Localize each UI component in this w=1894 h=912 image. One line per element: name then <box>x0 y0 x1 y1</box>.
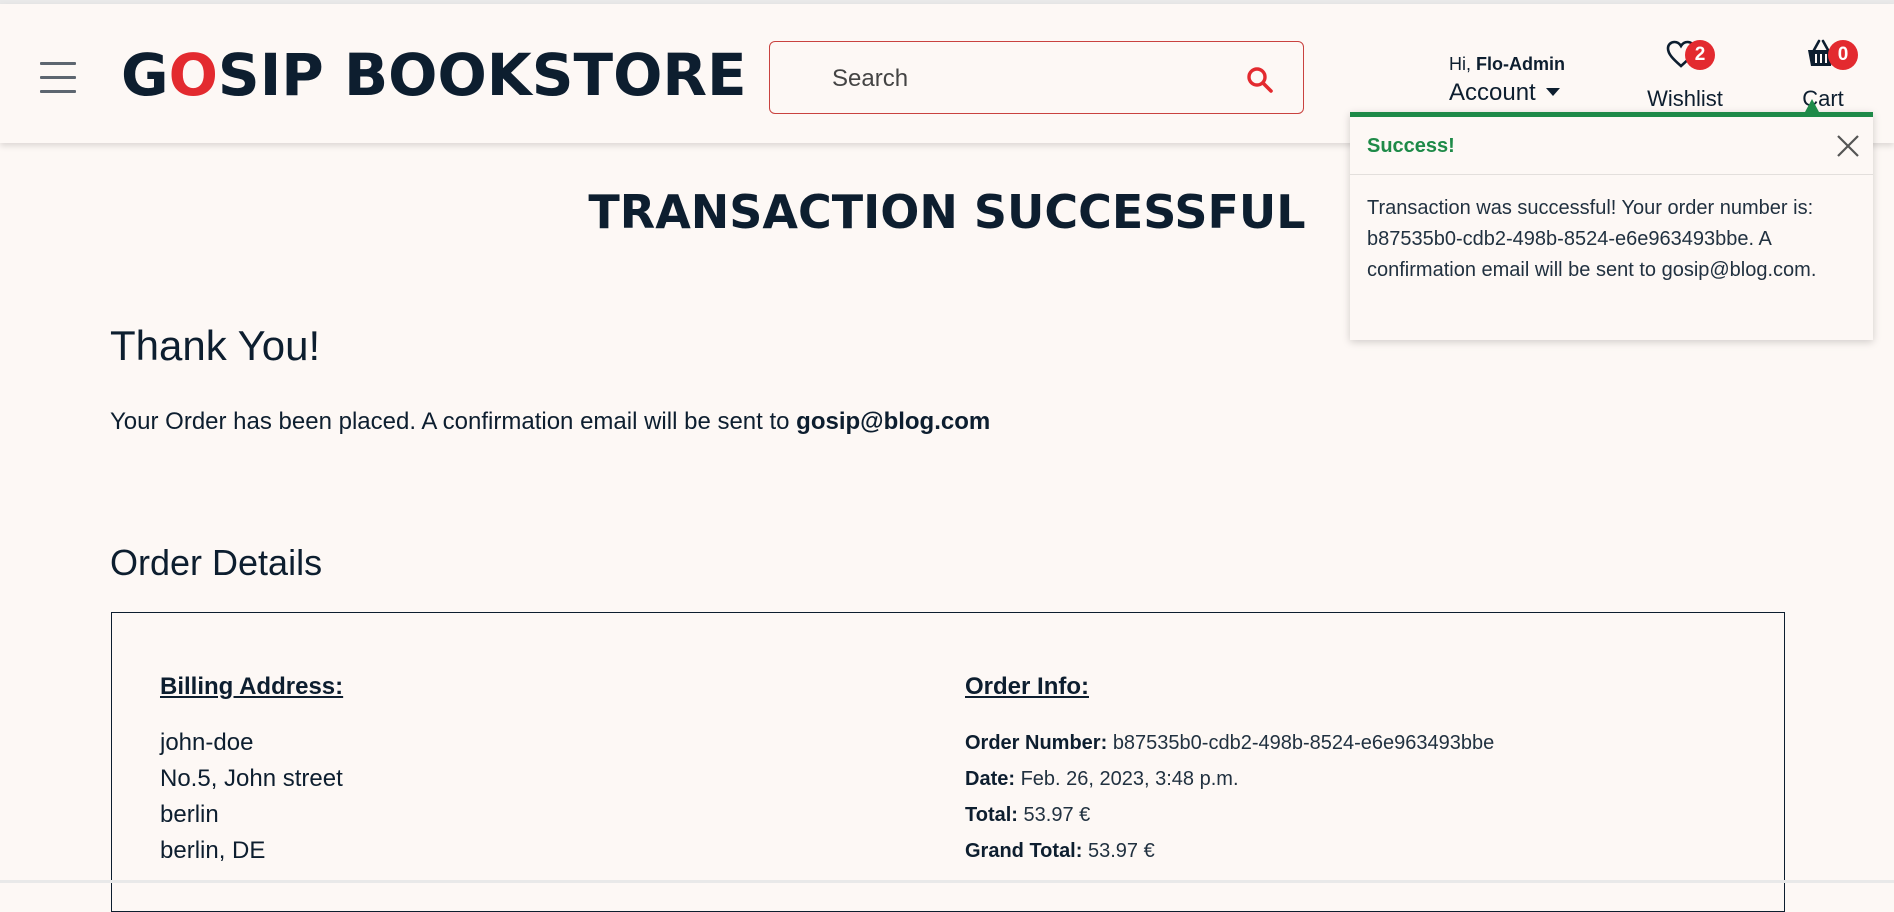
username: Flo-Admin <box>1476 54 1565 74</box>
order-total-row: Total: 53.97 € <box>965 804 1091 826</box>
toast-header: Success! <box>1350 117 1873 175</box>
page-title: TRANSACTION SUCCESSFUL <box>588 185 1306 239</box>
thank-you-heading: Thank You! <box>110 322 321 369</box>
order-grand-total-row: Grand Total: 53.97 € <box>965 840 1155 862</box>
search-icon[interactable] <box>1245 65 1275 95</box>
order-number-row: Order Number: b87535b0-cdb2-498b-8524-e6… <box>965 732 1495 754</box>
wishlist-link[interactable]: 2 Wishlist <box>1645 38 1725 111</box>
toast-title: Success! <box>1367 135 1455 157</box>
user-greeting: Hi, Flo-Admin <box>1449 54 1565 74</box>
search-input[interactable] <box>830 42 1214 115</box>
account-dropdown-button[interactable]: Account <box>1449 79 1569 107</box>
billing-line: berlin <box>160 801 219 828</box>
search-bar <box>769 41 1304 115</box>
cart-link[interactable]: 0 Cart <box>1795 38 1858 111</box>
wishlist-count-badge: 2 <box>1685 40 1715 70</box>
order-info-heading: Order Info: <box>965 673 1089 700</box>
hamburger-menu-icon[interactable] <box>40 62 76 94</box>
billing-address-heading: Billing Address: <box>160 673 344 700</box>
order-details-box: Billing Address: john-doe No.5, John str… <box>111 612 1785 912</box>
order-date-row: Date: Feb. 26, 2023, 3:48 p.m. <box>965 768 1239 790</box>
close-icon[interactable] <box>1835 133 1861 159</box>
billing-line: john-doe <box>160 729 254 756</box>
order-info-section: Order Info: Order Number: b87535b0-cdb2-… <box>965 673 1494 869</box>
billing-address-section: Billing Address: john-doe No.5, John str… <box>160 673 343 869</box>
order-placed-message: Your Order has been placed. A confirmati… <box>110 408 991 435</box>
account-menu: Hi, Flo-Admin Account <box>1449 54 1569 107</box>
billing-line: No.5, John street <box>160 765 343 792</box>
confirmation-email: gosip@blog.com <box>796 408 991 435</box>
order-details-heading: Order Details <box>110 542 323 583</box>
cart-count-badge: 0 <box>1828 40 1858 70</box>
caret-down-icon <box>1545 87 1560 96</box>
wishlist-label: Wishlist <box>1647 86 1723 111</box>
site-logo[interactable]: GOSIP BOOKSTORE <box>121 40 747 110</box>
billing-line: berlin, DE <box>160 837 266 864</box>
cart-label: Cart <box>1802 86 1844 111</box>
